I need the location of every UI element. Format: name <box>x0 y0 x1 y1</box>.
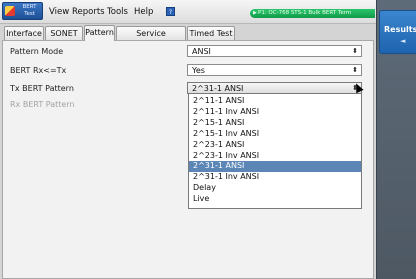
dropdown-option[interactable]: 2^15-1 ANSI <box>189 118 361 129</box>
app-logo[interactable]: BERT Test <box>2 2 43 20</box>
pattern-mode-label: Pattern Mode <box>10 47 64 56</box>
tab-bar: Interface SONET Pattern Service Disrupti… <box>0 24 376 51</box>
pattern-mode-value: ANSI <box>192 47 211 56</box>
bert-rx-tx-value: Yes <box>192 66 205 75</box>
menu-view[interactable]: View <box>49 7 69 17</box>
menu-tools[interactable]: Tools <box>107 7 128 17</box>
tab-interface[interactable]: Interface <box>4 26 44 40</box>
tab-pattern[interactable]: Pattern <box>84 25 115 41</box>
dropdown-option[interactable]: Live <box>189 194 361 205</box>
pattern-mode-select[interactable]: ANSI ⬍ <box>187 45 362 57</box>
bert-rx-tx-select[interactable]: Yes ⬍ <box>187 64 362 76</box>
results-button[interactable]: Results ◄ <box>379 10 416 54</box>
bert-rx-tx-label: BERT Rx<=Tx <box>10 66 67 75</box>
dropdown-option[interactable]: Delay <box>189 183 361 194</box>
tab-timed-test[interactable]: Timed Test <box>187 26 235 40</box>
menu-bar: BERT Test View Reports Tools Help ? ▶ P1… <box>0 0 376 24</box>
logo-text: BERT Test <box>22 4 37 17</box>
tx-bert-pattern-select[interactable]: 2^31-1 ANSI ⬍ <box>187 82 362 94</box>
dropdown-option[interactable]: 2^23-1 Inv ANSI <box>189 151 361 162</box>
tx-bert-pattern-label: Tx BERT Pattern <box>10 84 74 93</box>
dropdown-option[interactable]: 2^31-1 Inv ANSI <box>189 172 361 183</box>
arrow-left-icon: ◄ <box>400 37 406 45</box>
port-status-label: P1: OC-768 STS-1 Bulk BERT Term <box>258 10 352 16</box>
rx-bert-pattern-label: Rx BERT Pattern <box>10 100 75 109</box>
dropdown-option-selected[interactable]: 2^31-1 ANSI <box>189 161 361 172</box>
tab-service-disruption[interactable]: Service Disruption <box>116 26 186 51</box>
menu-reports[interactable]: Reports <box>72 7 105 17</box>
updown-chevron-icon: ⬍ <box>352 47 358 55</box>
tx-bert-pattern-value: 2^31-1 ANSI <box>192 84 244 93</box>
updown-chevron-icon: ⬍ <box>352 66 358 74</box>
help-icon[interactable]: ? <box>166 7 175 16</box>
dropdown-option[interactable]: 2^11-1 ANSI <box>189 96 361 107</box>
play-icon: ▶ <box>253 10 257 16</box>
results-label: Results <box>384 25 416 34</box>
menu-help[interactable]: Help <box>134 7 153 17</box>
dropdown-option[interactable]: 2^11-1 Inv ANSI <box>189 107 361 118</box>
tx-bert-pattern-dropdown: 2^11-1 ANSI 2^11-1 Inv ANSI 2^15-1 ANSI … <box>188 94 362 209</box>
dropdown-option[interactable]: 2^15-1 Inv ANSI <box>189 129 361 140</box>
tab-sonet[interactable]: SONET <box>45 26 83 40</box>
dropdown-option[interactable]: 2^23-1 ANSI <box>189 140 361 151</box>
results-panel: Results ◄ <box>376 0 416 279</box>
logo-icon <box>5 6 15 16</box>
port-status-pill[interactable]: ▶ P1: OC-768 STS-1 Bulk BERT Term <box>250 9 375 18</box>
